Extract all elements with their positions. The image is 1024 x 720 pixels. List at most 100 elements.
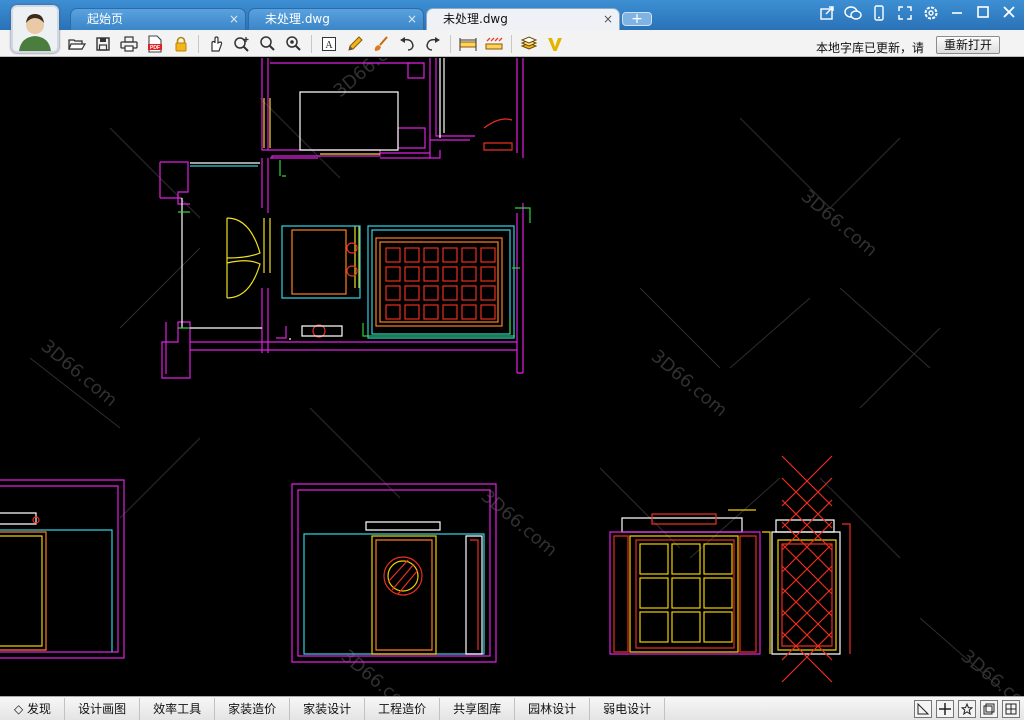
- pencil-icon[interactable]: [344, 33, 366, 54]
- tab-start-page[interactable]: 起始页 ×: [70, 8, 246, 30]
- star-icon[interactable]: [958, 700, 976, 718]
- bottom-tab-low-voltage-design[interactable]: 弱电设计: [590, 697, 666, 720]
- rug-cell: [423, 247, 439, 263]
- save-icon[interactable]: [92, 33, 114, 54]
- lock-icon[interactable]: [170, 33, 192, 54]
- bottom-tab-home-design[interactable]: 家装设计: [290, 697, 366, 720]
- toolbar-separator: [198, 34, 199, 53]
- bottom-tab-design-drawing[interactable]: 设计画图: [65, 697, 141, 720]
- bottom-tab-landscape-design[interactable]: 园林设计: [515, 697, 591, 720]
- rug-cell: [404, 247, 420, 263]
- rug-cell: [480, 285, 496, 301]
- rug-cell: [385, 266, 401, 282]
- document-tabs: 起始页 × 未处理.dwg × 未处理.dwg × +: [70, 8, 652, 30]
- measure-icon[interactable]: [457, 33, 479, 54]
- close-icon[interactable]: [1000, 5, 1018, 23]
- cabinet-panel: [639, 611, 669, 643]
- cabinet-panel: [671, 577, 701, 609]
- cabinet-panel: [639, 577, 669, 609]
- floor-plan: [159, 58, 531, 379]
- model-icon[interactable]: [914, 700, 932, 718]
- rug-cell: [461, 247, 477, 263]
- cabinet-panel: [703, 611, 733, 643]
- tab-close-icon[interactable]: ×: [229, 9, 239, 29]
- diamond-icon: ◇: [14, 701, 28, 716]
- cabinet-panel: [639, 543, 669, 575]
- rug-cell: [461, 304, 477, 320]
- print-icon[interactable]: [118, 33, 140, 54]
- watermark-label: 3D66.com: [330, 58, 414, 102]
- text-icon[interactable]: A: [318, 33, 340, 54]
- crosshair-icon[interactable]: [936, 700, 954, 718]
- minimize-icon[interactable]: [948, 5, 966, 23]
- cabinet-panel: [671, 611, 701, 643]
- bottom-tab-label: 发现: [27, 701, 52, 716]
- font-update-notice: 本地字库已更新，请: [815, 41, 924, 55]
- rug-cell: [423, 285, 439, 301]
- watermark-lines: [29, 97, 1001, 689]
- bottom-tab-engineering-costing[interactable]: 工程造价: [365, 697, 441, 720]
- bottom-tab-discover[interactable]: ◇ 发现: [0, 697, 66, 720]
- maximize-icon[interactable]: [974, 5, 992, 23]
- mobile-icon[interactable]: [870, 5, 888, 23]
- elevation-left: [0, 479, 125, 659]
- rug-cell: [461, 285, 477, 301]
- redo-icon[interactable]: [422, 33, 444, 54]
- tab-close-icon[interactable]: ×: [407, 9, 417, 29]
- rug-cell: [385, 304, 401, 320]
- watermark-label: 3D66.com: [797, 186, 881, 261]
- reopen-button[interactable]: 重新打开: [936, 36, 1000, 54]
- zoom-in-icon[interactable]: [231, 33, 253, 54]
- toolbar-separator: [311, 34, 312, 53]
- rug-cell: [442, 285, 458, 301]
- pdf-icon[interactable]: PDF: [144, 33, 166, 54]
- watermark-label: 3D66.com: [337, 646, 421, 696]
- watermark-label: 3D66.com: [957, 646, 1024, 696]
- tab-drawing-1[interactable]: 未处理.dwg ×: [248, 8, 424, 30]
- new-tab-button[interactable]: +: [622, 12, 652, 26]
- rug-cell: [404, 304, 420, 320]
- dimension-icon[interactable]: [483, 33, 505, 54]
- pan-icon[interactable]: [205, 33, 227, 54]
- svg-text:A: A: [325, 40, 333, 51]
- window-controls: [818, 5, 1018, 23]
- bottom-tab-shared-library[interactable]: 共享图库: [440, 697, 516, 720]
- rug-cell: [423, 266, 439, 282]
- bottom-tab-efficiency-tools[interactable]: 效率工具: [140, 697, 216, 720]
- layout-icon[interactable]: [980, 700, 998, 718]
- brush-icon[interactable]: [370, 33, 392, 54]
- tab-label: 未处理.dwg: [265, 12, 330, 26]
- fullscreen-icon[interactable]: [896, 5, 914, 23]
- tab-close-icon[interactable]: ×: [603, 9, 613, 29]
- rug-cell: [404, 285, 420, 301]
- cabinet-panel: [703, 543, 733, 575]
- zoom-extent-icon[interactable]: [283, 33, 305, 54]
- elevation-middle: [291, 483, 497, 663]
- v-icon[interactable]: [544, 33, 566, 54]
- rug-cell: [442, 247, 458, 263]
- user-avatar[interactable]: [11, 5, 59, 53]
- share-icon[interactable]: [818, 5, 836, 23]
- bottom-tab-home-costing[interactable]: 家装造价: [215, 697, 291, 720]
- title-bar: 起始页 × 未处理.dwg × 未处理.dwg × +: [0, 0, 1024, 30]
- chat-icon[interactable]: [844, 5, 862, 23]
- layers-icon[interactable]: [518, 33, 540, 54]
- rug-cell: [423, 304, 439, 320]
- tab-label: 起始页: [87, 12, 124, 26]
- layout-2-icon[interactable]: [1002, 700, 1020, 718]
- undo-icon[interactable]: [396, 33, 418, 54]
- rug-cell: [480, 247, 496, 263]
- tab-drawing-2-active[interactable]: 未处理.dwg ×: [426, 8, 620, 30]
- zoom-window-icon[interactable]: [257, 33, 279, 54]
- main-toolbar: PDF A 本地字库已更新，请 重新打开: [0, 30, 1024, 57]
- rug-cell: [442, 266, 458, 282]
- open-icon[interactable]: [66, 33, 88, 54]
- toolbar-separator: [511, 34, 512, 53]
- toolbar-tools: PDF A: [66, 33, 566, 54]
- drawing-canvas[interactable]: 3D66.com 3D66.com 3D66.com 3D66.com 3D66…: [0, 58, 1024, 696]
- rug-cell: [480, 266, 496, 282]
- rug-cell: [404, 266, 420, 282]
- rug-cell: [480, 304, 496, 320]
- toolbar-separator: [450, 34, 451, 53]
- settings-icon[interactable]: [922, 5, 940, 23]
